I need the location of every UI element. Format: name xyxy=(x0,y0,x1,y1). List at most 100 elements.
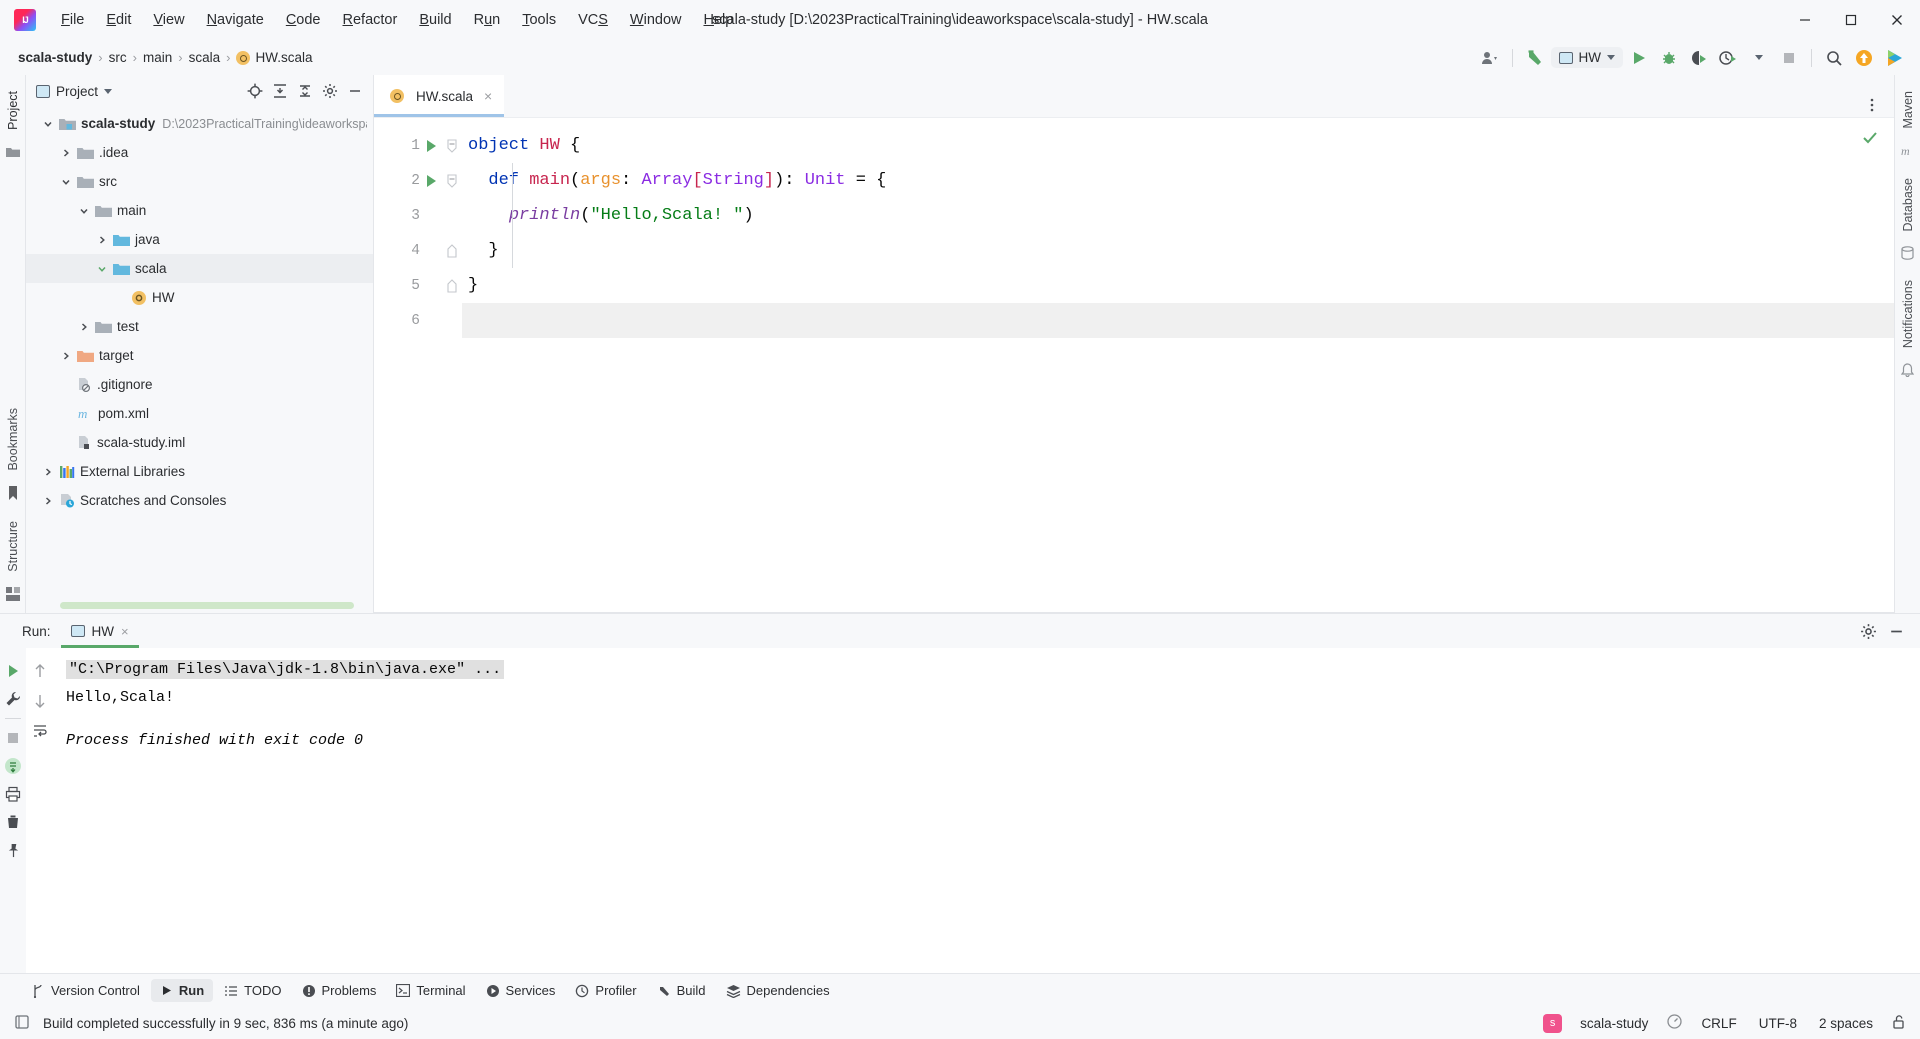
structure-icon[interactable] xyxy=(5,587,20,606)
close-button[interactable] xyxy=(1874,0,1920,40)
debug-button[interactable] xyxy=(1655,45,1683,71)
code-content[interactable]: object HW { def main(args: Array[String]… xyxy=(462,118,1894,612)
code-editor[interactable]: 123456 object HW { def main(args: Array[… xyxy=(374,117,1894,612)
menu-item-build[interactable]: Build xyxy=(408,8,462,32)
menu-item-tools[interactable]: Tools xyxy=(511,8,567,32)
tree-node-main[interactable]: main xyxy=(26,196,373,225)
maven-icon[interactable]: m xyxy=(1901,144,1915,163)
tree-node-hw[interactable]: HW xyxy=(26,283,373,312)
menu-item-edit[interactable]: Edit xyxy=(95,8,142,32)
settings-gear-icon[interactable] xyxy=(318,79,342,103)
inspection-ok-icon[interactable] xyxy=(1862,130,1878,152)
tree-node-java[interactable]: java xyxy=(26,225,373,254)
inspection-icon[interactable] xyxy=(1666,1013,1683,1033)
hide-panel-icon[interactable] xyxy=(343,79,367,103)
tool-tab-notifications[interactable]: Notifications xyxy=(1898,272,1918,356)
up-icon[interactable] xyxy=(28,658,52,684)
run-configuration-selector[interactable]: HW xyxy=(1550,47,1623,68)
export-icon[interactable] xyxy=(1,753,25,779)
notifications-bell-icon[interactable] xyxy=(1900,363,1915,382)
minimize-button[interactable] xyxy=(1782,0,1828,40)
tree-node-src[interactable]: src xyxy=(26,167,373,196)
tool-tab-database[interactable]: Database xyxy=(1898,170,1918,240)
tree-node-scala[interactable]: scala xyxy=(26,254,373,283)
bottom-tab-todo[interactable]: TODO xyxy=(215,979,290,1002)
menu-item-run[interactable]: Run xyxy=(463,8,512,32)
hide-panel-icon[interactable] xyxy=(1884,619,1908,643)
print-icon[interactable] xyxy=(1,781,25,807)
collapse-all-icon[interactable] xyxy=(293,79,317,103)
settings-wrench-icon[interactable] xyxy=(1,686,25,712)
tree-node-external-libraries[interactable]: External Libraries xyxy=(26,457,373,486)
fold-marker-line-4[interactable] xyxy=(442,233,462,268)
run-tab-hw[interactable]: HW × xyxy=(60,614,139,648)
chevron-right-icon[interactable] xyxy=(76,319,92,335)
menu-item-vcs[interactable]: VCS xyxy=(567,8,619,32)
chevron-right-icon[interactable] xyxy=(40,464,56,480)
search-icon[interactable] xyxy=(1820,45,1848,71)
bottom-tab-profiler[interactable]: Profiler xyxy=(566,979,645,1002)
tree-node-scratches-and-consoles[interactable]: Scratches and Consoles xyxy=(26,486,373,515)
updates-icon[interactable] xyxy=(1850,45,1878,71)
run-with-coverage-button[interactable] xyxy=(1685,45,1713,71)
hammer-build-icon[interactable] xyxy=(1521,45,1549,71)
menu-item-help[interactable]: Help xyxy=(692,8,744,32)
tree-node-test[interactable]: test xyxy=(26,312,373,341)
stop-button[interactable] xyxy=(1775,45,1803,71)
profiler-dropdown-icon[interactable] xyxy=(1745,45,1773,71)
status-message[interactable]: Build completed successfully in 9 sec, 8… xyxy=(39,1014,412,1033)
tool-tab-project[interactable]: Project xyxy=(3,83,23,138)
bottom-tab-terminal[interactable]: Terminal xyxy=(387,979,474,1002)
chevron-right-icon[interactable] xyxy=(94,232,110,248)
close-icon[interactable]: × xyxy=(121,624,129,639)
status-project-name[interactable]: scala-study xyxy=(1576,1014,1652,1033)
fold-marker-line-2[interactable] xyxy=(442,163,462,198)
bottom-tab-version-control[interactable]: Version Control xyxy=(22,979,149,1002)
chevron-down-icon[interactable] xyxy=(58,174,74,190)
tree-node-pom-xml[interactable]: m pom.xml xyxy=(26,399,373,428)
rerun-icon[interactable] xyxy=(1,658,25,684)
fold-marker-line-5[interactable] xyxy=(442,268,462,303)
menu-item-file[interactable]: File xyxy=(50,8,95,32)
pin-icon[interactable] xyxy=(1,837,25,863)
chevron-right-icon[interactable] xyxy=(58,348,74,364)
bookmark-icon[interactable] xyxy=(7,485,19,506)
console-output[interactable]: "C:\Program Files\Java\jdk-1.8\bin\java.… xyxy=(54,648,1920,973)
bottom-tab-services[interactable]: Services xyxy=(477,979,565,1002)
status-indent[interactable]: 2 spaces xyxy=(1815,1014,1877,1033)
bottom-tab-build[interactable]: Build xyxy=(648,979,715,1002)
chevron-right-icon[interactable] xyxy=(58,145,74,161)
menu-item-window[interactable]: Window xyxy=(619,8,693,32)
chevron-down-icon[interactable] xyxy=(76,203,92,219)
tree-node-scala-study-iml[interactable]: scala-study.iml xyxy=(26,428,373,457)
tree-node-target[interactable]: target xyxy=(26,341,373,370)
tool-tab-maven[interactable]: Maven xyxy=(1898,83,1918,137)
bottom-tab-run[interactable]: Run xyxy=(150,979,214,1002)
tool-tab-structure[interactable]: Structure xyxy=(3,513,23,580)
tree-node--gitignore[interactable]: .gitignore xyxy=(26,370,373,399)
menu-item-view[interactable]: View xyxy=(142,8,195,32)
chevron-down-icon[interactable] xyxy=(94,261,110,277)
menu-item-refactor[interactable]: Refactor xyxy=(332,8,409,32)
more-options-icon[interactable] xyxy=(1860,93,1884,117)
stop-icon[interactable] xyxy=(1,725,25,751)
menu-item-code[interactable]: Code xyxy=(275,8,332,32)
tool-tab-bookmarks[interactable]: Bookmarks xyxy=(3,400,23,479)
breadcrumb-item-hw-scala[interactable]: HW.scala xyxy=(232,48,316,68)
settings-gear-icon[interactable] xyxy=(1856,619,1880,643)
fold-marker-line-1[interactable] xyxy=(442,128,462,163)
bottom-tab-dependencies[interactable]: Dependencies xyxy=(717,979,839,1002)
tree-node--idea[interactable]: .idea xyxy=(26,138,373,167)
chevron-down-icon[interactable] xyxy=(40,116,56,132)
breadcrumb-item-main[interactable]: main xyxy=(139,48,176,67)
breadcrumb-item-scala[interactable]: scala xyxy=(185,48,225,67)
profiler-button[interactable] xyxy=(1715,45,1743,71)
user-avatar-icon[interactable] xyxy=(1476,45,1504,71)
close-icon[interactable]: × xyxy=(484,88,492,104)
down-icon[interactable] xyxy=(28,688,52,714)
project-folder-icon[interactable] xyxy=(5,145,20,163)
breadcrumb-item-src[interactable]: src xyxy=(105,48,131,67)
locate-target-icon[interactable] xyxy=(243,79,267,103)
chevron-right-icon[interactable] xyxy=(40,493,56,509)
ide-feature-icon[interactable] xyxy=(1880,45,1908,71)
